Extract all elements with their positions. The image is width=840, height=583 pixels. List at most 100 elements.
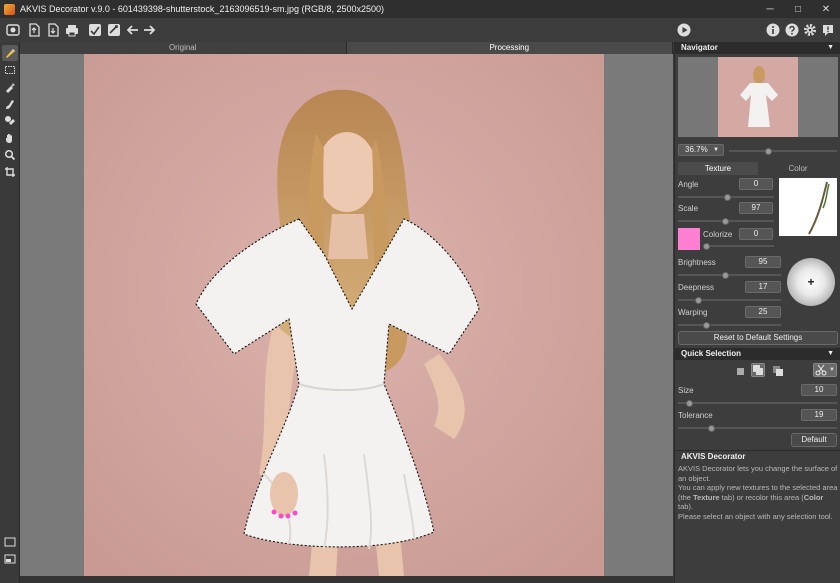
size-slider-handle[interactable]	[686, 399, 693, 407]
status-bar	[20, 576, 673, 583]
run-icon[interactable]	[676, 22, 692, 38]
scale-slider-handle[interactable]	[722, 217, 729, 225]
info-title: AKVIS Decorator	[681, 452, 746, 461]
preview-window-icon[interactable]	[2, 534, 18, 550]
print-icon[interactable]	[64, 22, 80, 38]
brightness-label: Brightness	[678, 258, 716, 267]
new-selection-mode-icon[interactable]	[733, 364, 747, 378]
zoom-slider-handle[interactable]	[765, 147, 772, 155]
warping-label: Warping	[678, 308, 708, 317]
right-panel: Navigator ▼ 36.7% ▼ Texture Color Angle …	[674, 42, 840, 583]
navigator-preview[interactable]	[678, 57, 838, 137]
colorize-color-swatch[interactable]	[678, 228, 700, 250]
close-button[interactable]: ✕	[812, 4, 840, 15]
chevron-down-icon[interactable]: ▼	[827, 42, 834, 54]
scissors-icon	[815, 364, 827, 376]
tolerance-label: Tolerance	[678, 411, 713, 420]
save-file-icon[interactable]	[45, 22, 61, 38]
angle-slider[interactable]	[678, 193, 774, 201]
light-direction-control[interactable]: +	[787, 258, 835, 306]
view-tabs: Original Processing	[20, 42, 673, 54]
warping-slider[interactable]	[678, 321, 781, 329]
window-title: AKVIS Decorator v.9.0 - 601439398-shutte…	[20, 4, 385, 14]
main-toolbar	[0, 18, 840, 42]
plus-icon: +	[807, 275, 815, 289]
angle-label: Angle	[678, 180, 699, 189]
brightness-input[interactable]: 95	[745, 256, 781, 268]
maximize-button[interactable]: □	[784, 4, 812, 15]
deepness-slider[interactable]	[678, 296, 781, 304]
info-line-2-part-c: tab) or recolor this area (	[719, 492, 804, 502]
reset-default-button[interactable]: Reset to Default Settings	[678, 331, 838, 345]
tab-texture[interactable]: Texture	[678, 162, 758, 175]
crop-icon[interactable]	[2, 164, 18, 180]
deepness-input[interactable]: 17	[745, 281, 781, 293]
info-header: AKVIS Decorator	[675, 450, 840, 462]
title-bar: AKVIS Decorator v.9.0 - 601439398-shutte…	[0, 0, 840, 18]
texture-swatch[interactable]	[779, 178, 837, 236]
redo-icon[interactable]	[141, 22, 157, 38]
selection-brush-icon[interactable]	[2, 96, 18, 112]
minimize-button[interactable]: ─	[756, 4, 784, 15]
tools-sidebar	[0, 42, 20, 583]
default-button[interactable]: Default	[791, 433, 837, 447]
home-icon[interactable]	[5, 22, 21, 38]
quick-selection-header[interactable]: Quick Selection ▼	[675, 348, 840, 360]
size-input[interactable]: 10	[801, 384, 837, 396]
deepness-slider-handle[interactable]	[695, 296, 702, 304]
navigator-title: Navigator	[681, 43, 718, 52]
chevron-down-icon: ▼	[829, 367, 835, 373]
decorate-brush-icon[interactable]	[2, 45, 18, 61]
cut-tool-dropdown[interactable]: ▼	[813, 363, 837, 377]
quick-selection-title: Quick Selection	[681, 349, 742, 358]
before-after-icon[interactable]	[2, 551, 18, 567]
tolerance-input[interactable]: 19	[801, 409, 837, 421]
zoom-icon[interactable]	[2, 147, 18, 163]
tolerance-slider-handle[interactable]	[708, 424, 715, 432]
open-file-icon[interactable]	[26, 22, 42, 38]
undo-icon[interactable]	[125, 22, 141, 38]
load-selection-icon[interactable]	[87, 22, 103, 38]
warping-input[interactable]: 25	[745, 306, 781, 318]
chevron-down-icon[interactable]: ▼	[827, 348, 834, 360]
tolerance-slider[interactable]	[678, 424, 837, 432]
info-text: AKVIS Decorator lets you change the surf…	[678, 464, 838, 521]
scale-input[interactable]: 97	[739, 202, 773, 214]
deepness-label: Deepness	[678, 283, 715, 292]
scale-slider[interactable]	[678, 217, 774, 225]
info-icon[interactable]	[765, 22, 781, 38]
colorize-label: Colorize	[703, 230, 733, 239]
zoom-select[interactable]: 36.7% ▼	[678, 144, 724, 156]
zoom-slider[interactable]	[729, 147, 837, 155]
hand-icon[interactable]	[2, 130, 18, 146]
app-icon	[4, 3, 15, 15]
subtract-selection-mode-icon[interactable]	[771, 364, 785, 378]
chevron-down-icon: ▼	[713, 147, 719, 153]
info-line-3: Please select an object with any selecti…	[678, 511, 833, 521]
navigator-header[interactable]: Navigator ▼	[675, 42, 840, 54]
angle-input[interactable]: 0	[739, 178, 773, 190]
save-selection-icon[interactable]	[106, 22, 122, 38]
notifications-icon[interactable]	[820, 22, 836, 38]
quick-selection-icon[interactable]	[2, 79, 18, 95]
colorize-input[interactable]: 0	[739, 228, 773, 240]
brightness-slider-handle[interactable]	[722, 271, 729, 279]
add-selection-mode-icon[interactable]	[751, 363, 765, 377]
image-canvas[interactable]	[20, 54, 673, 576]
angle-slider-handle[interactable]	[724, 193, 731, 201]
tab-processing[interactable]: Processing	[346, 42, 673, 54]
texture-color-tabs: Texture Color	[678, 162, 838, 175]
settings-gear-icon[interactable]	[802, 22, 818, 38]
tab-original[interactable]: Original	[20, 42, 347, 54]
help-icon[interactable]	[784, 22, 800, 38]
rectangle-selection-icon[interactable]	[2, 62, 18, 78]
warping-slider-handle[interactable]	[703, 321, 710, 329]
tab-color[interactable]: Color	[758, 162, 838, 175]
eraser-icon[interactable]	[2, 113, 18, 129]
colorize-slider[interactable]	[703, 242, 774, 250]
scale-label: Scale	[678, 204, 699, 213]
colorize-slider-handle[interactable]	[703, 242, 710, 250]
brightness-slider[interactable]	[678, 271, 781, 279]
size-slider[interactable]	[678, 399, 837, 407]
zoom-value: 36.7%	[685, 145, 708, 154]
